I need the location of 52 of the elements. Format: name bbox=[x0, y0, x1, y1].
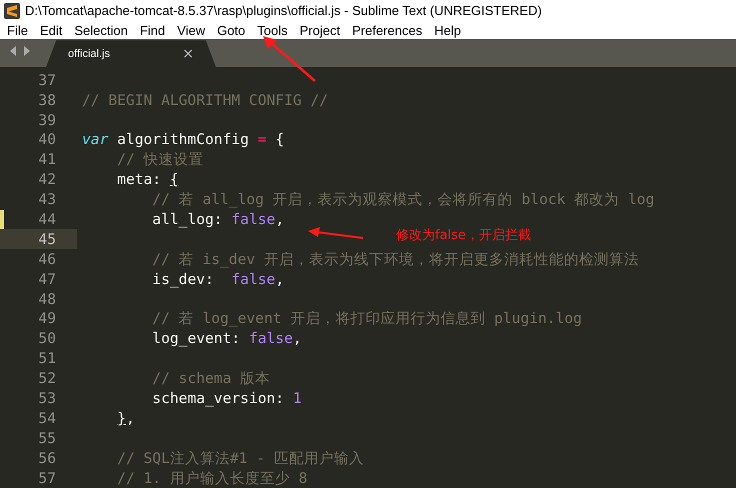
menu-item[interactable]: Selection bbox=[69, 22, 133, 38]
code-line: // 若 all_log 开启，表示为观察模式，会将所有的 block 都改为 log bbox=[152, 190, 654, 210]
line-number: 47 bbox=[38, 270, 56, 288]
code-line: is_dev: false, bbox=[152, 270, 284, 288]
line-number: 38 bbox=[38, 92, 56, 109]
app-logo-icon bbox=[4, 2, 20, 19]
window-title: D:\Tomcat\apache-tomcat-8.5.37\rasp\plugins\official.js - Sublime Text (UNREGISTERED) bbox=[25, 3, 542, 18]
annotation-note: 修改为false，开启拦截 bbox=[396, 227, 531, 244]
line-number: 51 bbox=[38, 350, 56, 368]
code-line: // BEGIN ALGORITHM CONFIG // bbox=[82, 92, 328, 109]
line-number: 46 bbox=[38, 250, 56, 268]
line-number: 45 bbox=[38, 230, 56, 248]
code-line: var algorithmConfig = { bbox=[82, 131, 284, 148]
line-number: 37 bbox=[38, 72, 56, 89]
code-line: // schema 版本 bbox=[152, 369, 270, 388]
menu-item[interactable]: Goto bbox=[212, 22, 250, 38]
line-number: 41 bbox=[38, 151, 56, 168]
line-number: 42 bbox=[38, 171, 56, 188]
line-number: 57 bbox=[38, 470, 56, 487]
code-line: schema_version: 1 bbox=[152, 390, 302, 407]
line-number: 48 bbox=[38, 290, 56, 308]
line-number: 53 bbox=[38, 390, 56, 407]
code-line: // 若 is_dev 开启，表示为线下环境，将开启更多消耗性能的检测算法 bbox=[152, 250, 639, 269]
code-line: // SQL注入算法#1 - 匹配用户输入 bbox=[117, 448, 364, 468]
close-icon[interactable]: × bbox=[182, 46, 194, 62]
code-line: }, bbox=[117, 410, 135, 427]
menu-item[interactable]: Project bbox=[294, 22, 346, 38]
menu-item[interactable]: Tools bbox=[252, 22, 293, 38]
line-number: 52 bbox=[38, 370, 56, 388]
code-line: all_log: false, bbox=[152, 210, 284, 228]
menu-item[interactable]: File bbox=[2, 22, 33, 38]
code-line: // 1. 用户输入长度至少 8 bbox=[117, 468, 308, 488]
menu-item[interactable]: Preferences bbox=[347, 22, 428, 38]
line-number: 56 bbox=[38, 450, 56, 467]
code-line: meta: { bbox=[117, 171, 179, 188]
annotation-arrow bbox=[262, 36, 316, 82]
line-number: 55 bbox=[38, 430, 56, 447]
line-number: 49 bbox=[38, 310, 56, 328]
menu-item[interactable]: Edit bbox=[34, 22, 68, 38]
line-number: 50 bbox=[38, 330, 56, 348]
line-number: 43 bbox=[38, 191, 56, 208]
line-number: 39 bbox=[38, 112, 56, 129]
line-number: 40 bbox=[38, 131, 56, 148]
menu-item[interactable]: Help bbox=[429, 22, 466, 38]
code-line: // 若 log_event 开启，将打印应用行为信息到 plugin.log bbox=[152, 309, 582, 328]
code-line: log_event: false, bbox=[152, 330, 302, 348]
menu-item[interactable]: View bbox=[172, 22, 210, 38]
line-number: 54 bbox=[38, 410, 56, 427]
line-number: 44 bbox=[38, 210, 56, 228]
menu-item[interactable]: Find bbox=[134, 22, 170, 38]
file-tab[interactable]: official.js × bbox=[46, 40, 216, 68]
code-line: // 快速设置 bbox=[117, 150, 204, 170]
